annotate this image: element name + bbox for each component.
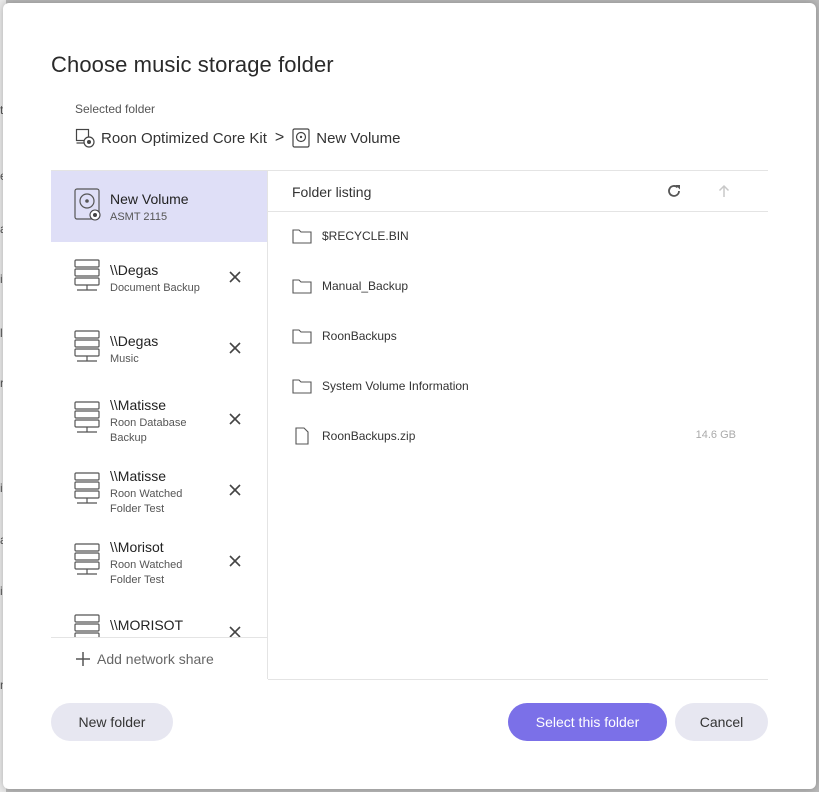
- core-kit-icon: [75, 128, 95, 148]
- close-icon[interactable]: [227, 340, 243, 356]
- refresh-icon[interactable]: [666, 183, 682, 199]
- add-network-share-button[interactable]: Add network share: [51, 637, 267, 679]
- server-icon: [74, 401, 100, 433]
- sidebar-item-name: \\MORISOT: [110, 617, 184, 633]
- row-name: RoonBackups.zip: [322, 429, 416, 443]
- row-name: RoonBackups: [322, 329, 397, 343]
- breadcrumb-item-core[interactable]: Roon Optimized Core Kit: [75, 128, 267, 148]
- sidebar: New Volume ASMT 2115 \\Degas Document Backu…: [51, 170, 268, 679]
- close-icon[interactable]: [227, 269, 243, 285]
- new-folder-button[interactable]: New folder: [51, 703, 173, 741]
- sidebar-item-subtitle: ASMT 2115: [110, 211, 168, 223]
- sidebar-item[interactable]: \\Morisot Roon Watched Folder Test: [51, 526, 267, 597]
- server-icon: [74, 259, 100, 291]
- sidebar-item[interactable]: \\Matisse Roon Database Backup: [51, 384, 267, 455]
- folder-row[interactable]: Manual_Backup: [268, 268, 768, 304]
- breadcrumb-item-volume[interactable]: New Volume: [292, 128, 400, 148]
- selected-folder-label: Selected folder: [75, 102, 156, 116]
- folder-listing-panel: Folder listing $RECYCLE.BIN Manual_Backup…: [268, 170, 768, 680]
- close-icon[interactable]: [227, 411, 243, 427]
- row-name: Manual_Backup: [322, 279, 409, 293]
- folder-icon: [292, 329, 312, 344]
- breadcrumb-label: Roon Optimized Core Kit: [101, 129, 267, 147]
- server-icon: [74, 543, 100, 575]
- breadcrumb-separator-icon: >: [274, 129, 285, 146]
- sidebar-item-name: \\Degas: [110, 333, 159, 349]
- add-network-share-label: Add network share: [97, 650, 214, 667]
- folder-icon: [292, 279, 312, 294]
- listing-header: Folder listing: [268, 171, 768, 212]
- file-row[interactable]: RoonBackups.zip 14.6 GB: [268, 418, 768, 454]
- sidebar-item[interactable]: \\Degas Document Backup: [51, 242, 267, 313]
- sidebar-item-subtitle: Music: [110, 353, 139, 365]
- sidebar-item-subtitle: Roon Watched Folder Test: [110, 488, 183, 515]
- plus-icon: [76, 651, 90, 666]
- sidebar-item-subtitle: Roon Database Backup: [110, 417, 187, 444]
- sidebar-item-subtitle: Document Backup: [110, 282, 200, 294]
- folder-row[interactable]: $RECYCLE.BIN: [268, 218, 768, 254]
- close-icon[interactable]: [227, 553, 243, 569]
- server-icon: [74, 614, 100, 637]
- sidebar-item[interactable]: \\Degas Music: [51, 313, 267, 384]
- listing-title: Folder listing: [292, 184, 372, 200]
- breadcrumb: Roon Optimized Core Kit > New Volume: [75, 127, 400, 149]
- cancel-button[interactable]: Cancel: [675, 703, 768, 741]
- dialog-title: Choose music storage folder: [51, 52, 334, 77]
- sidebar-item-name: \\Matisse: [110, 468, 167, 484]
- close-icon[interactable]: [227, 624, 243, 637]
- folder-row[interactable]: System Volume Information: [268, 368, 768, 404]
- sidebar-item-name: \\Degas: [110, 262, 159, 278]
- file-size: 14.6 GB: [695, 429, 736, 441]
- folder-icon: [292, 379, 312, 394]
- sidebar-item-subtitle: Roon Watched Folder Test: [110, 559, 183, 586]
- close-icon[interactable]: [227, 482, 243, 498]
- drive-icon: [292, 128, 310, 148]
- server-icon: [74, 472, 100, 504]
- row-name: $RECYCLE.BIN: [322, 229, 409, 243]
- server-icon: [74, 330, 100, 362]
- sidebar-item[interactable]: \\MORISOT: [51, 597, 267, 637]
- choose-folder-dialog: Choose music storage folder Selected fol…: [3, 3, 816, 789]
- file-icon: [295, 427, 309, 445]
- select-folder-button[interactable]: Select this folder: [508, 703, 667, 741]
- sidebar-item-name: \\Morisot: [110, 539, 164, 555]
- sidebar-item[interactable]: \\Matisse Roon Watched Folder Test: [51, 455, 267, 526]
- folder-icon: [292, 229, 312, 244]
- sidebar-item-name: \\Matisse: [110, 397, 167, 413]
- breadcrumb-label: New Volume: [316, 129, 401, 147]
- arrow-up-icon[interactable]: [716, 183, 732, 199]
- sidebar-item[interactable]: New Volume ASMT 2115: [51, 171, 267, 242]
- drive-icon: [74, 188, 101, 221]
- storage-location-list[interactable]: New Volume ASMT 2115 \\Degas Document Backu…: [51, 171, 267, 637]
- sidebar-item-name: New Volume: [110, 191, 189, 207]
- folder-row[interactable]: RoonBackups: [268, 318, 768, 354]
- row-name: System Volume Information: [322, 379, 469, 393]
